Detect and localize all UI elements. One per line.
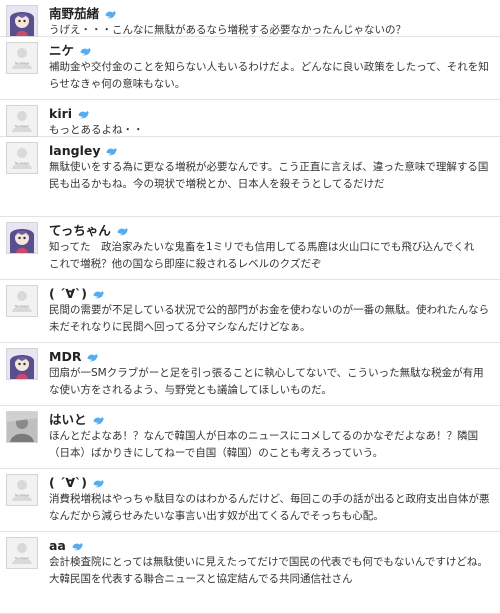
username[interactable]: kiri — [49, 106, 72, 121]
tweet-text: 無駄使いをする為に更なる増税が必要なんです。こう正直に言えば、違った意味で理解す… — [49, 161, 489, 190]
no-image-caption: No Image — [14, 304, 30, 308]
avatar[interactable]: No Image — [6, 285, 38, 317]
username[interactable]: ( ´∀`) — [49, 286, 87, 301]
tweet-text: 知ってた 政治家みたいな鬼畜を1ミリでも信用してる馬鹿は火山口にでも飛び込んでく… — [49, 241, 485, 270]
twitter-bird-icon[interactable] — [92, 414, 105, 425]
username[interactable]: てっちゃん — [49, 223, 111, 238]
tweet-body: MDR 団扇が一SMクラブがーと足を引っ張ることに執心してないで、こういった無駄な… — [49, 346, 492, 399]
tweet-item: No Image kiri もっとあるよね・・ — [0, 100, 500, 137]
twitter-bird-icon[interactable] — [105, 145, 118, 156]
tweet-item: No Image langley 無駄使いをする為に更なる増税が必要なんです。こう正… — [0, 137, 500, 217]
avatar[interactable]: No Image — [6, 105, 38, 137]
name-row: ( ´∀`) — [49, 283, 492, 302]
name-row: ニケ — [49, 40, 492, 59]
tweet-body: kiri もっとあるよね・・ — [49, 103, 492, 139]
tweet-item: No Image ニケ補助金や交付金のことを知らない人もいるわけだよ。どんなに良い… — [0, 37, 500, 100]
username[interactable]: 南野茄緒 — [49, 6, 99, 21]
username[interactable]: ニケ — [49, 43, 74, 58]
tweet-text: 会計検査院にとっては無駄使いに見えたってだけで国民の代表でも何でもないんですけど… — [49, 556, 488, 585]
avatar[interactable]: No Image — [6, 42, 38, 74]
tweet-body: てっちゃん知ってた 政治家みたいな鬼畜を1ミリでも信用してる馬鹿は火山口にでも飛… — [49, 220, 492, 273]
username[interactable]: aa — [49, 538, 66, 553]
username[interactable]: MDR — [49, 349, 81, 364]
tweet-item: No Image ( ´∀`) 民間の需要が不足している状況で公的部門がお金を使わな… — [0, 280, 500, 343]
no-image-caption: No Image — [14, 556, 30, 560]
name-row: 南野茄緒 — [49, 3, 492, 22]
twitter-bird-icon[interactable] — [71, 540, 84, 551]
tweet-text: ほんとだよなあ！？なんで韓国人が日本のニュースにコメしてるのかなぞだよなあ！？隣… — [49, 430, 479, 459]
tweet-body: langley 無駄使いをする為に更なる増税が必要なんです。こう正直に言えば、違っ… — [49, 140, 492, 193]
username[interactable]: はいと — [49, 412, 87, 427]
no-image-caption: No Image — [14, 493, 30, 497]
name-row: ( ´∀`) — [49, 472, 492, 491]
person-silhouette-icon — [7, 286, 37, 316]
name-row: aa — [49, 535, 492, 554]
username[interactable]: ( ´∀`) — [49, 475, 87, 490]
name-row: langley — [49, 140, 492, 159]
twitter-bird-icon[interactable] — [79, 45, 92, 56]
gray-photo-avatar — [7, 412, 37, 442]
name-row: てっちゃん — [49, 220, 492, 239]
twitter-bird-icon[interactable] — [92, 477, 105, 488]
anime-character-avatar — [7, 349, 37, 379]
tweet-body: はいとほんとだよなあ！？なんで韓国人が日本のニュースにコメしてるのかなぞだよなあ… — [49, 409, 492, 462]
anime-character-avatar — [7, 6, 37, 36]
person-silhouette-icon — [7, 143, 37, 173]
name-row: はいと — [49, 409, 492, 428]
avatar[interactable]: No Image — [6, 537, 38, 569]
avatar[interactable] — [6, 5, 38, 37]
tweet-item: No Image aa 会計検査院にとっては無駄使いに見えたってだけで国民の代表でも… — [0, 532, 500, 614]
name-row: MDR — [49, 346, 492, 365]
tweet-body: ( ´∀`) 消費税増税はやっちゃ駄目なのはわかるんだけど、毎回この手の話が出ると… — [49, 472, 492, 525]
username[interactable]: langley — [49, 143, 100, 158]
person-silhouette-icon — [7, 475, 37, 505]
avatar[interactable] — [6, 222, 38, 254]
name-row: kiri — [49, 103, 492, 122]
tweet-item: MDR 団扇が一SMクラブがーと足を引っ張ることに執心してないで、こういった無駄な… — [0, 343, 500, 406]
person-silhouette-icon — [7, 43, 37, 73]
avatar[interactable] — [6, 411, 38, 443]
tweet-item: No Image ( ´∀`) 消費税増税はやっちゃ駄目なのはわかるんだけど、毎回こ… — [0, 469, 500, 532]
person-silhouette-icon — [7, 106, 37, 136]
no-image-caption: No Image — [14, 161, 30, 165]
twitter-bird-icon[interactable] — [86, 351, 99, 362]
tweet-text: 団扇が一SMクラブがーと足を引っ張ることに執心してないで、こういった無駄な税金が… — [49, 367, 484, 396]
twitter-bird-icon[interactable] — [116, 225, 129, 236]
tweet-body: 南野茄緒 うげえ・・・こんなに無駄があるなら増税する必要なかったんじゃないの？ — [49, 3, 492, 39]
twitter-bird-icon[interactable] — [104, 8, 117, 19]
twitter-bird-icon[interactable] — [92, 288, 105, 299]
twitter-bird-icon[interactable] — [77, 108, 90, 119]
tweet-text: 消費税増税はやっちゃ駄目なのはわかるんだけど、毎回この手の話が出ると政府支出自体… — [49, 493, 490, 522]
tweet-item: てっちゃん知ってた 政治家みたいな鬼畜を1ミリでも信用してる馬鹿は火山口にでも飛… — [0, 217, 500, 280]
no-image-caption: No Image — [14, 61, 30, 65]
no-image-caption: No Image — [14, 124, 30, 128]
tweet-feed: 南野茄緒 うげえ・・・こんなに無駄があるなら増税する必要なかったんじゃないの？ No… — [0, 0, 500, 614]
anime-character-avatar — [7, 223, 37, 253]
tweet-body: ニケ補助金や交付金のことを知らない人もいるわけだよ。どんなに良い政策をしたって、… — [49, 40, 492, 93]
avatar[interactable]: No Image — [6, 474, 38, 506]
tweet-item: はいとほんとだよなあ！？なんで韓国人が日本のニュースにコメしてるのかなぞだよなあ… — [0, 406, 500, 469]
person-silhouette-icon — [7, 538, 37, 568]
tweet-body: ( ´∀`) 民間の需要が不足している状況で公的部門がお金を使わないのが一番の無駄… — [49, 283, 492, 336]
tweet-item: 南野茄緒 うげえ・・・こんなに無駄があるなら増税する必要なかったんじゃないの？ — [0, 0, 500, 37]
avatar[interactable]: No Image — [6, 142, 38, 174]
avatar[interactable] — [6, 348, 38, 380]
tweet-text: 補助金や交付金のことを知らない人もいるわけだよ。どんなに良い政策をしたって、それ… — [49, 61, 489, 90]
tweet-body: aa 会計検査院にとっては無駄使いに見えたってだけで国民の代表でも何でもないんです… — [49, 535, 492, 588]
tweet-text: 民間の需要が不足している状況で公的部門がお金を使わないのが一番の無駄。使われたん… — [49, 304, 490, 333]
